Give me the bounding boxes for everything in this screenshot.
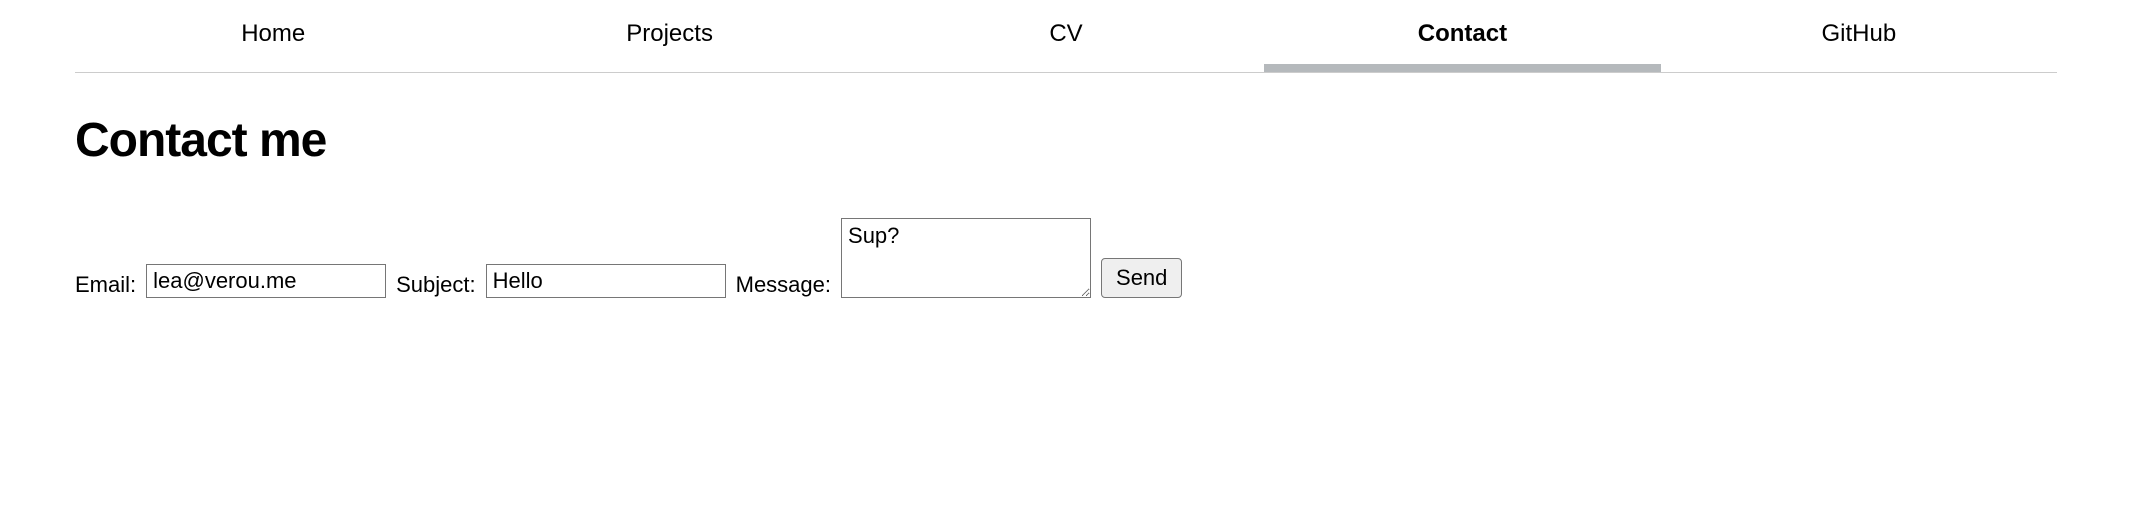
message-label: Message: <box>736 272 831 298</box>
content-area: Contact me Email: Subject: Message: Send <box>0 73 2132 338</box>
nav-item-projects[interactable]: Projects <box>471 0 867 72</box>
send-button[interactable]: Send <box>1101 258 1182 298</box>
nav-item-github[interactable]: GitHub <box>1661 0 2057 72</box>
subject-input[interactable] <box>486 264 726 298</box>
nav-item-cv[interactable]: CV <box>868 0 1264 72</box>
main-nav: Home Projects CV Contact GitHub <box>75 0 2057 73</box>
nav-item-home[interactable]: Home <box>75 0 471 72</box>
email-input[interactable] <box>146 264 386 298</box>
message-textarea[interactable] <box>841 218 1091 298</box>
contact-form: Email: Subject: Message: Send <box>75 218 2057 298</box>
email-label: Email: <box>75 272 136 298</box>
nav-item-contact[interactable]: Contact <box>1264 0 1660 72</box>
page-heading: Contact me <box>75 113 2057 168</box>
subject-label: Subject: <box>396 272 476 298</box>
